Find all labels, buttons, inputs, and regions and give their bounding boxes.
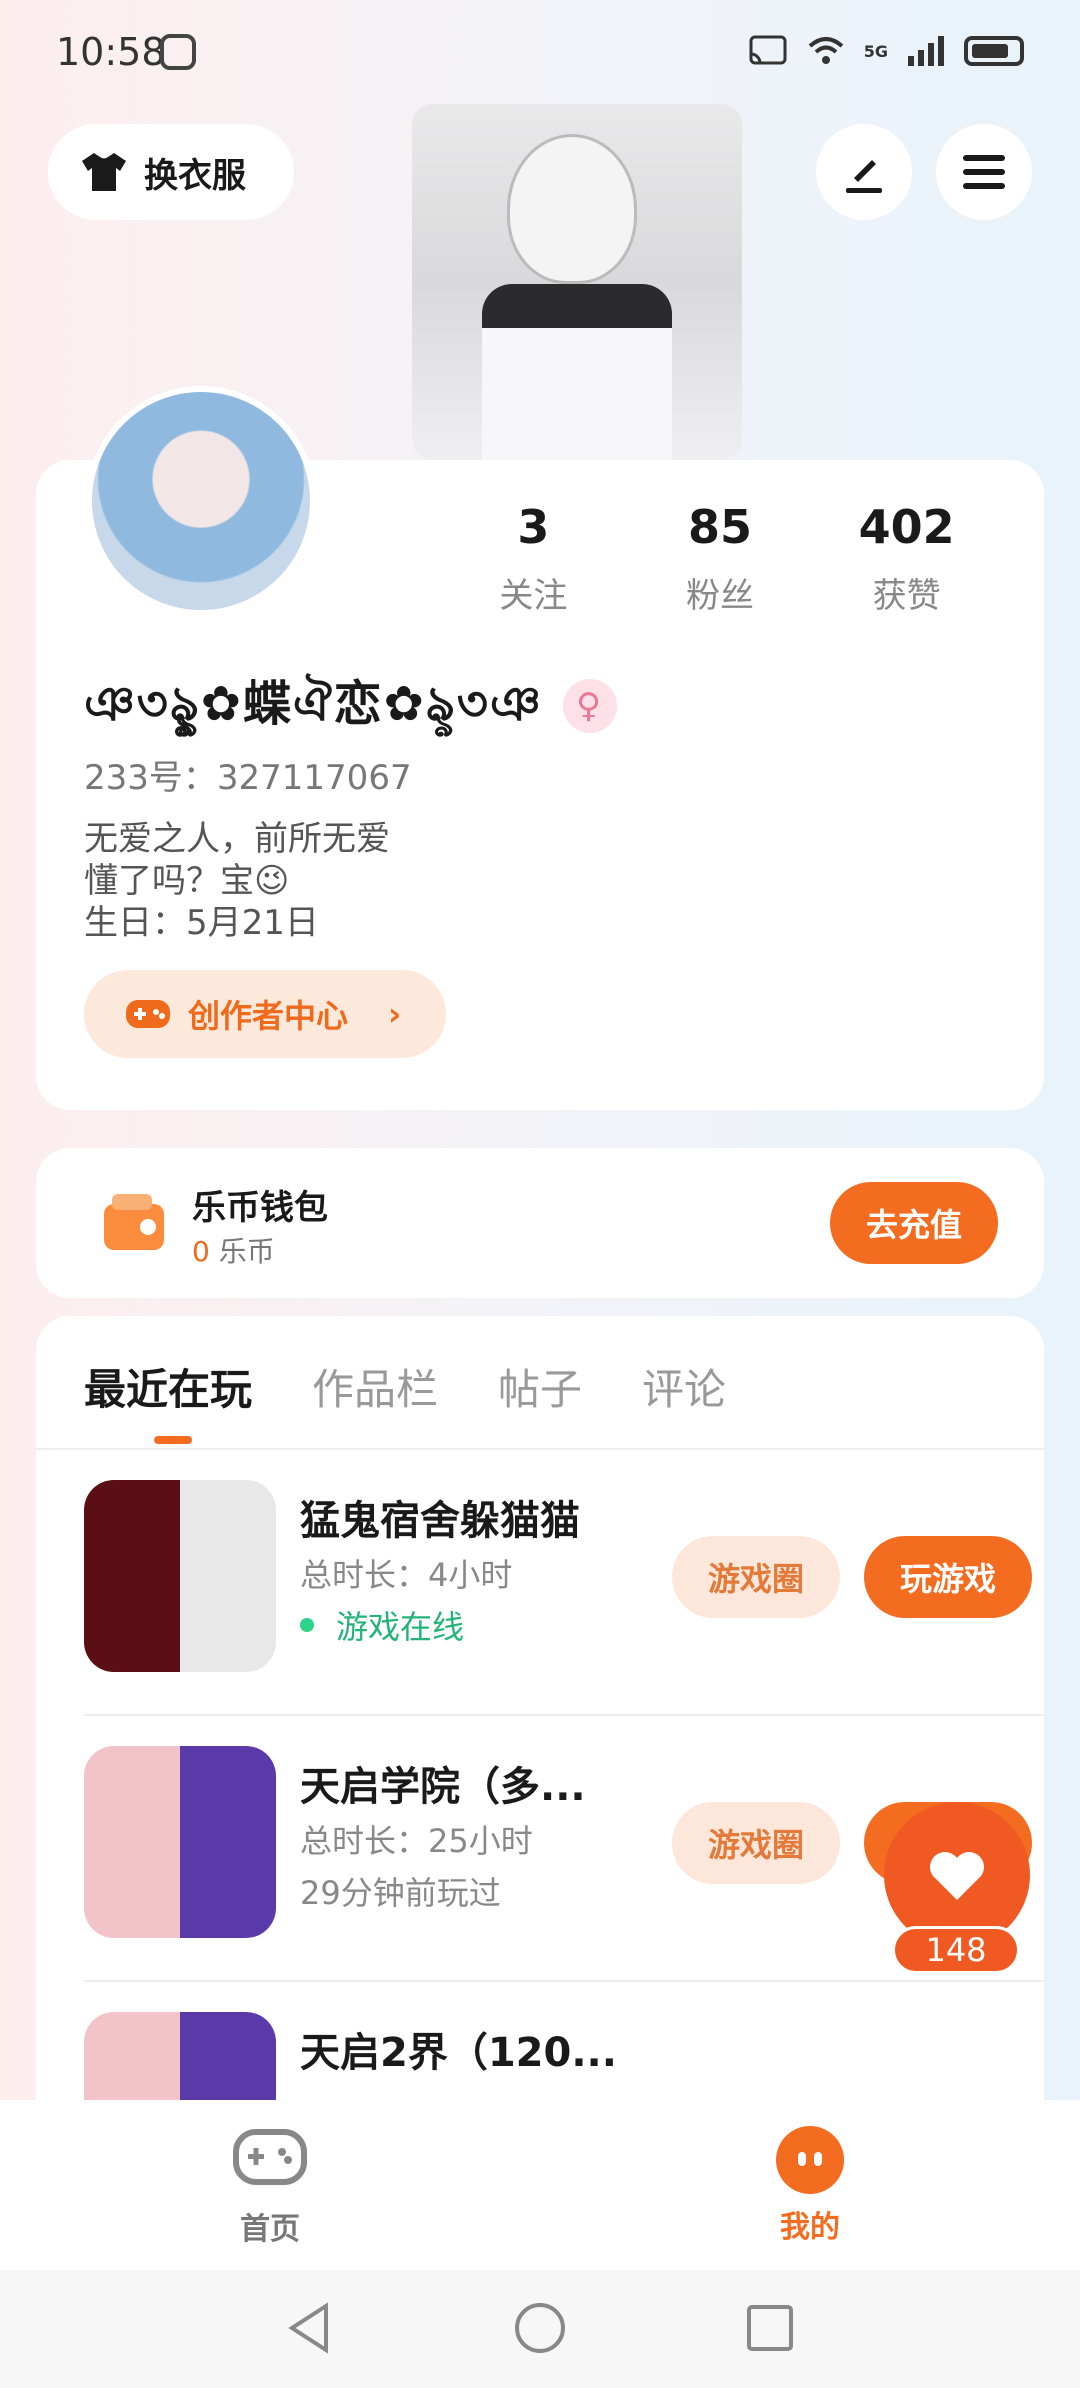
game-icon [84,1480,276,1672]
change-outfit-button[interactable]: 换衣服 [48,124,294,220]
nav-me-label: 我的 [780,2210,840,2245]
recents-icon[interactable] [740,2298,800,2358]
game-playtime: 总时长：25小时 [300,1822,533,1860]
wallet-title: 乐币钱包 [192,1188,328,1228]
stat-followers[interactable]: 85 粉丝 [627,500,814,617]
tab-recently-played[interactable]: 最近在玩 [84,1356,252,1444]
user-id[interactable]: 233号：327117067 [84,750,412,799]
shirt-icon [82,153,126,191]
tab-works[interactable]: 作品栏 [312,1356,438,1417]
bio-line: 懂了吗？宝😉 [84,861,290,901]
character-head [507,134,637,284]
nav-me[interactable]: 我的 [730,2126,890,2246]
game-name: 天启2界（120... [300,2030,617,2076]
wallet-balance: 0 乐币 [192,1230,275,1270]
tab-posts[interactable]: 帖子 [498,1356,582,1417]
game-status: 游戏在线 [300,1602,464,1648]
tab-comments[interactable]: 评论 [642,1356,726,1417]
nav-home[interactable]: 首页 [190,2126,350,2248]
character-body [482,284,672,460]
creator-center-button[interactable]: 创作者中心 › [84,970,446,1058]
stat-number: 3 [517,500,550,554]
wifi-icon [808,37,844,64]
stat-label: 获赞 [872,576,941,616]
cast-icon [749,35,787,65]
system-navigation [0,2270,1080,2388]
nickname-text: ঞ৩ৡৢ✿蝶ঐ恋✿ৡ৩ঞ [84,676,543,732]
stat-label: 粉丝 [686,576,754,616]
user-face-icon [776,2126,844,2194]
balance-unit: 乐币 [218,1235,275,1268]
nickname: ঞ৩ৡৢ✿蝶ঐ恋✿ৡ৩ঞ ♀ [84,664,617,747]
wallet-icon [104,1194,164,1250]
menu-icon [963,155,1005,189]
game-name: 天启学院（多... [300,1764,586,1810]
home-icon[interactable] [510,2298,570,2358]
stat-number: 402 [858,500,955,554]
game-status-text: 29分钟前玩过 [300,1874,501,1912]
status-icons: 5G [748,34,1024,68]
female-icon: ♀ [562,678,617,733]
battery-icon [964,36,1024,66]
stat-likes[interactable]: 402 获赞 [813,500,1000,617]
game-playtime: 总时长：4小时 [300,1556,513,1594]
bio-line: 无爱之人，前所无爱 [84,819,390,859]
game-name: 猛鬼宿舍躲猫猫 [300,1498,580,1544]
bio-line: 生日：5月21日 [84,903,319,943]
pen-icon [846,160,882,193]
game-icon [84,1746,276,1938]
hand-icon [160,34,196,70]
signal-icon [908,36,944,66]
creator-center-label: 创作者中心 [188,997,349,1035]
like-count: 148 [892,1926,1020,1974]
profile-stats: 3 关注 85 粉丝 402 获赞 [440,500,1000,617]
play-game-button[interactable]: 玩游戏 [864,1536,1032,1618]
stat-label: 关注 [499,576,568,616]
edit-button[interactable] [816,124,912,220]
nav-home-label: 首页 [240,2212,300,2247]
menu-button[interactable] [936,124,1032,220]
network-type: 5G [863,41,888,61]
heart-icon [930,1852,984,1900]
recharge-button[interactable]: 去充值 [830,1182,998,1264]
bottom-nav: 首页 我的 [0,2100,1080,2270]
list-item[interactable]: 猛鬼宿舍躲猫猫 总时长：4小时 游戏在线 游戏圈 玩游戏 [84,1450,1044,1716]
game-circle-button[interactable]: 游戏圈 [672,1536,840,1618]
avatar[interactable] [86,386,316,616]
game-circle-button[interactable]: 游戏圈 [672,1802,840,1884]
online-dot-icon [300,1618,314,1632]
gamepad-icon [233,2129,307,2185]
profile-tabs: 最近在玩 作品栏 帖子 评论 [84,1356,726,1444]
stat-following[interactable]: 3 关注 [440,500,627,617]
gamepad-icon [126,1000,170,1028]
game-status-text: 游戏在线 [336,1608,465,1646]
stat-number: 85 [688,500,753,554]
bio: 无爱之人，前所无爱 懂了吗？宝😉 生日：5月21日 [84,818,390,944]
change-outfit-label: 换衣服 [144,155,246,196]
clock: 10:58 [56,30,166,74]
avatar-character-image [412,104,742,460]
wallet-card[interactable]: 乐币钱包 0 乐币 去充值 [36,1148,1044,1298]
back-icon[interactable] [280,2298,340,2358]
chevron-right-icon: › [388,995,402,1033]
status-bar: 10:58 5G [0,0,1080,105]
balance-value: 0 [192,1235,210,1268]
